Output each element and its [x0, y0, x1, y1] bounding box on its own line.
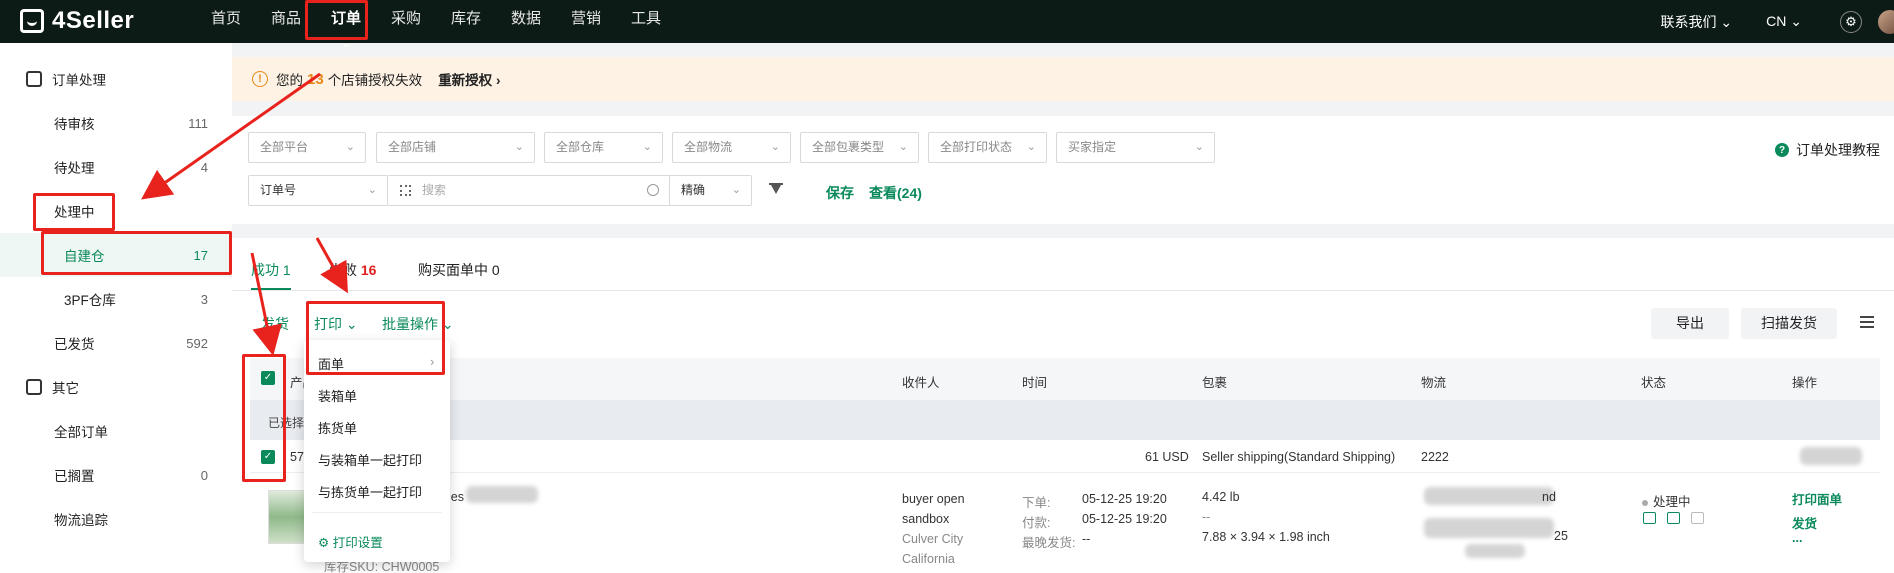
- arrow-to-print-menu: [315, 237, 348, 294]
- arrow-to-processing: [141, 72, 321, 200]
- arrow-to-checkboxes: [250, 252, 282, 356]
- annotation-arrows: [141, 72, 348, 356]
